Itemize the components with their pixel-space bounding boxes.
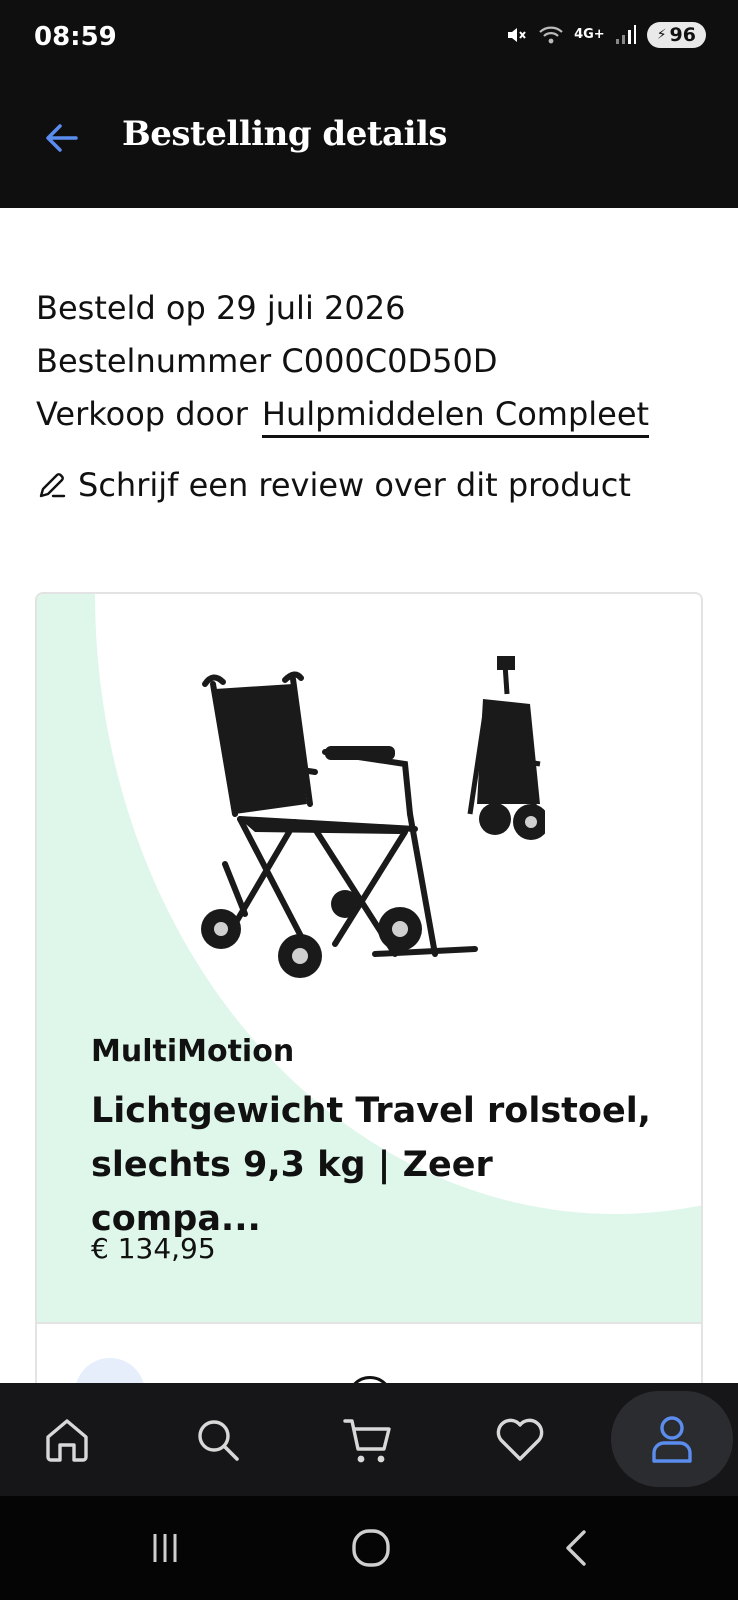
order-number: Bestelnummer C000C0D50D xyxy=(36,342,498,380)
seller-link[interactable]: Hulpmiddelen Compleet xyxy=(261,395,650,438)
nav-wishlist[interactable] xyxy=(470,1383,570,1496)
recent-apps-icon xyxy=(153,1534,177,1562)
seller-line: Verkoop door Hulpmiddelen Compleet xyxy=(36,388,650,441)
card-divider xyxy=(37,1322,701,1324)
seller-label: Verkoop door xyxy=(36,395,248,433)
product-card[interactable]: MultiMotion Lichtgewicht Travel rolstoel… xyxy=(35,592,703,1392)
product-brand: MultiMotion xyxy=(91,1034,295,1069)
system-nav xyxy=(0,1496,738,1600)
nav-search[interactable] xyxy=(168,1383,268,1496)
status-time: 08:59 xyxy=(34,22,117,52)
heart-icon xyxy=(496,1418,544,1461)
write-review-link[interactable]: Schrijf een review over dit product xyxy=(36,466,631,504)
cart-icon xyxy=(343,1418,391,1462)
home-circle-icon xyxy=(352,1529,390,1567)
nav-home[interactable] xyxy=(17,1383,117,1496)
nav-cart[interactable] xyxy=(318,1383,418,1496)
status-icons: 4G+ ⚡ 96 xyxy=(504,22,706,48)
back-button[interactable] xyxy=(38,114,86,162)
arrow-left-icon xyxy=(46,124,78,152)
home-system-button[interactable] xyxy=(341,1524,401,1572)
battery-icon: ⚡ xyxy=(656,27,667,43)
search-icon xyxy=(198,1419,239,1461)
network-type: 4G+ xyxy=(574,27,605,42)
product-title[interactable]: Lichtgewicht Travel rolstoel, slechts 9,… xyxy=(91,1084,671,1246)
status-bar: 08:59 4G+ ⚡ 96 xyxy=(0,0,738,80)
write-review-label: Schrijf een review over dit product xyxy=(78,466,631,504)
battery-indicator: ⚡ 96 xyxy=(646,22,706,48)
home-icon xyxy=(46,1418,88,1462)
order-date: Besteld op 29 juli 2026 xyxy=(36,289,406,327)
bottom-nav xyxy=(0,1383,738,1496)
user-icon xyxy=(652,1415,692,1463)
order-info: Besteld op 29 juli 2026 Bestelnummer C00… xyxy=(36,282,650,441)
back-system-button[interactable] xyxy=(548,1524,608,1572)
pencil-icon xyxy=(39,473,66,498)
wheelchair-image xyxy=(201,656,545,978)
signal-icon xyxy=(615,24,637,46)
product-hero: MultiMotion Lichtgewicht Travel rolstoel… xyxy=(37,594,701,1322)
mute-icon xyxy=(504,23,528,47)
battery-level: 96 xyxy=(669,24,696,46)
nav-account[interactable] xyxy=(611,1383,733,1496)
recent-apps-button[interactable] xyxy=(135,1524,195,1572)
product-price: € 134,95 xyxy=(91,1232,216,1265)
app-header: Bestelling details xyxy=(0,80,738,208)
chevron-left-icon xyxy=(566,1530,586,1566)
wifi-icon xyxy=(538,24,564,46)
page-title: Bestelling details xyxy=(122,114,448,154)
